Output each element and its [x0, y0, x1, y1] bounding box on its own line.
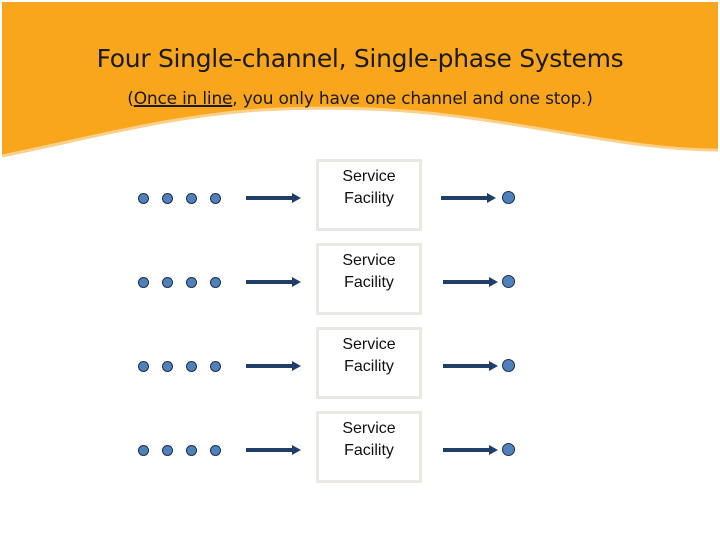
subtitle-underlined: Once in line: [133, 89, 233, 109]
queue-customer-dot: [210, 277, 221, 288]
arrow-from-facility-icon: [443, 445, 498, 455]
system-row: Service Facility: [0, 327, 720, 399]
queue-customer-dot: [162, 445, 173, 456]
arrow-head-icon: [292, 361, 301, 371]
queue-customer-dot: [186, 361, 197, 372]
arrow-to-facility-icon: [246, 361, 301, 371]
arrow-head-icon: [292, 277, 301, 287]
facility-label-line1: Service: [342, 252, 396, 269]
subtitle-rest: , you only have one channel and one stop…: [232, 89, 593, 109]
arrow-shaft: [443, 364, 490, 368]
facility-label-line1: Service: [342, 168, 396, 185]
facility-label-line1: Service: [342, 336, 396, 353]
facility-label-line2: Facility: [344, 442, 394, 459]
arrow-head-icon: [487, 193, 496, 203]
arrow-shaft: [246, 448, 293, 452]
queue-customer-dot: [138, 445, 149, 456]
arrow-head-icon: [489, 277, 498, 287]
arrow-to-facility-icon: [246, 445, 301, 455]
queue-customer-dot: [210, 445, 221, 456]
arrow-head-icon: [489, 445, 498, 455]
served-customer-dot: [502, 359, 515, 372]
queue-customer-dot: [210, 361, 221, 372]
queue-customer-dot: [162, 193, 173, 204]
facility-label-line2: Facility: [344, 358, 394, 375]
service-facility-box: Service Facility: [316, 243, 422, 315]
queue-customer-dot: [210, 193, 221, 204]
arrow-shaft: [246, 196, 293, 200]
queue-customer-dot: [138, 277, 149, 288]
service-facility-box: Service Facility: [316, 327, 422, 399]
arrow-head-icon: [292, 193, 301, 203]
arrow-head-icon: [292, 445, 301, 455]
queue-customer-dot: [186, 445, 197, 456]
queue-customer-dot: [162, 361, 173, 372]
queue-customer-dot: [162, 277, 173, 288]
facility-label-line2: Facility: [344, 274, 394, 291]
served-customer-dot: [502, 191, 515, 204]
service-facility-box: Service Facility: [316, 411, 422, 483]
arrow-shaft: [443, 448, 490, 452]
slide-subtitle: (Once in line, you only have one channel…: [0, 89, 720, 109]
arrow-from-facility-icon: [441, 193, 496, 203]
arrow-shaft: [246, 280, 293, 284]
arrow-shaft: [441, 196, 488, 200]
arrow-to-facility-icon: [246, 277, 301, 287]
arrow-head-icon: [489, 361, 498, 371]
title-banner: [1, 2, 719, 158]
queue-customer-dot: [138, 193, 149, 204]
queue-customer-dot: [186, 193, 197, 204]
service-facility-box: Service Facility: [316, 159, 422, 231]
arrow-shaft: [443, 280, 490, 284]
arrow-shaft: [246, 364, 293, 368]
arrow-from-facility-icon: [443, 277, 498, 287]
facility-label-line1: Service: [342, 420, 396, 437]
arrow-to-facility-icon: [246, 193, 301, 203]
queue-customer-dot: [186, 277, 197, 288]
system-row: Service Facility: [0, 411, 720, 483]
slide-title: Four Single-channel, Single-phase System…: [96, 44, 624, 73]
system-row: Service Facility: [0, 243, 720, 315]
arrow-from-facility-icon: [443, 361, 498, 371]
served-customer-dot: [502, 443, 515, 456]
facility-label-line2: Facility: [344, 190, 394, 207]
served-customer-dot: [502, 275, 515, 288]
queue-customer-dot: [138, 361, 149, 372]
system-row: Service Facility: [0, 159, 720, 231]
